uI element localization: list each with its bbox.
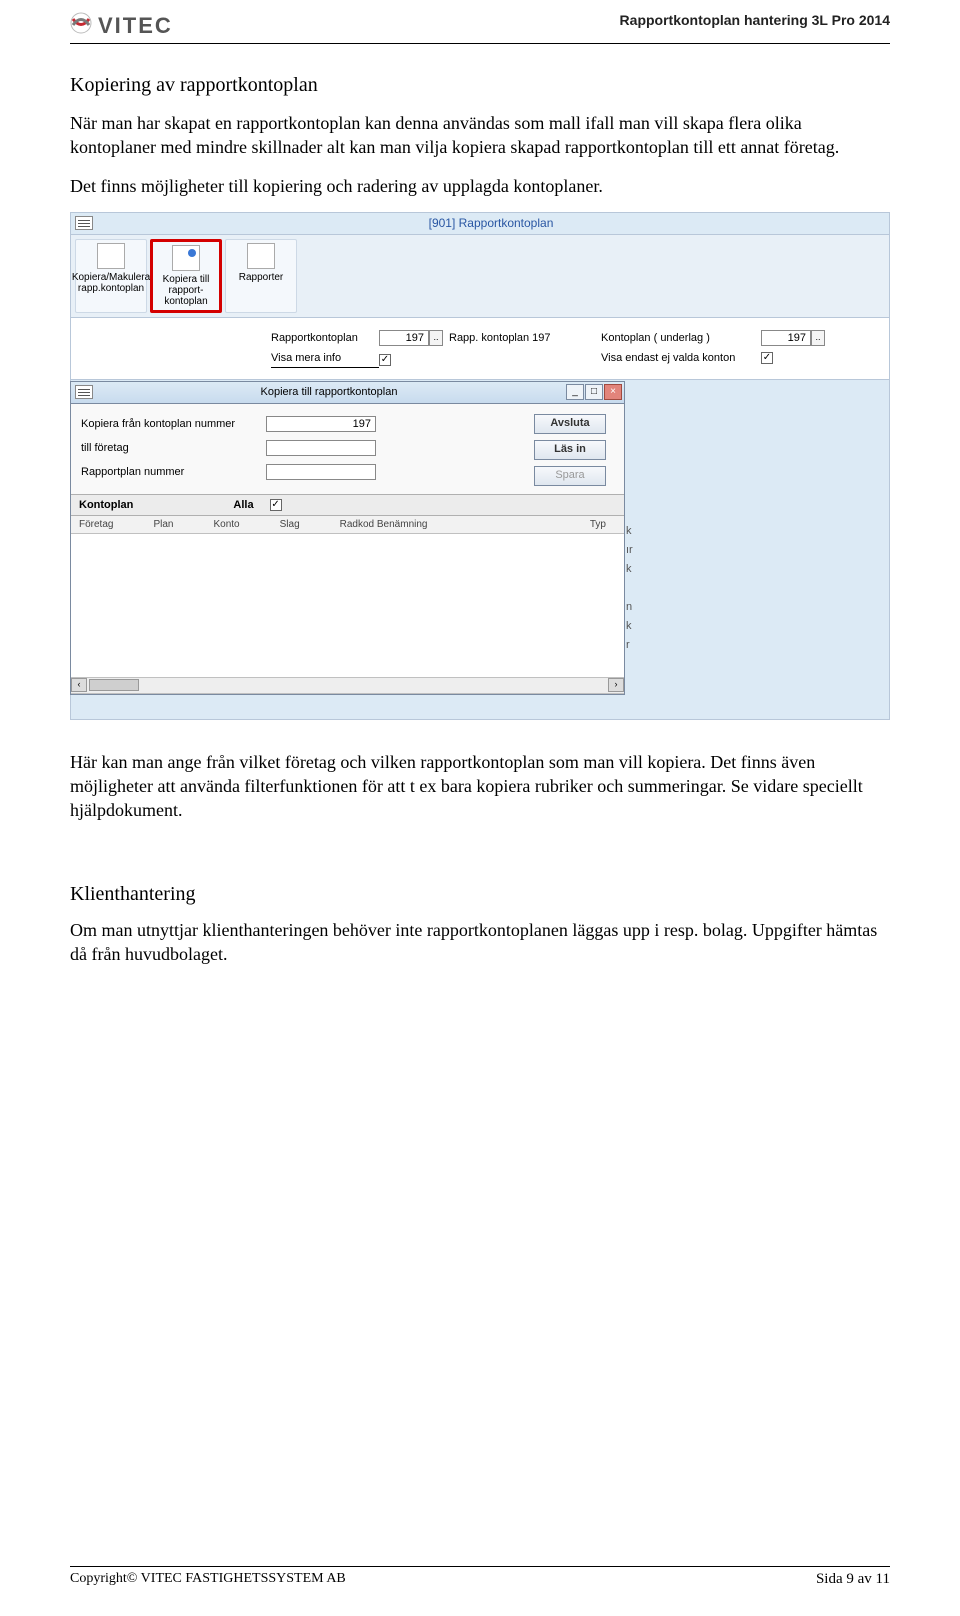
section-heading-klient: Klienthantering bbox=[70, 883, 890, 906]
to-company-label: till företag bbox=[81, 442, 266, 454]
document-info-icon bbox=[172, 245, 200, 271]
footer-copyright: Copyright© VITEC FASTIGHETSSYSTEM AB bbox=[70, 1571, 346, 1588]
kontoplan-underlag-label: Kontoplan ( underlag ) bbox=[601, 332, 761, 344]
copyright-post: ITEC FASTIGHETSSYSTEM AB bbox=[151, 1571, 346, 1586]
page-header: VITEC Rapportkontoplan hantering 3L Pro … bbox=[70, 12, 890, 44]
from-number-input[interactable]: 197 bbox=[266, 416, 376, 432]
row-visa-endast: Visa endast ej valda konton ✓ bbox=[601, 352, 825, 364]
kontoplan-col-label: Kontoplan bbox=[79, 499, 133, 511]
ribbon-copy-delete-button[interactable]: Kopiera/Makulera rapp.kontoplan bbox=[75, 239, 147, 313]
scroll-thumb[interactable] bbox=[89, 679, 139, 691]
dialog-buttons: Avsluta Läs in Spara bbox=[534, 414, 606, 486]
paragraph-klient: Om man utnyttjar klienthanteringen behöv… bbox=[70, 918, 890, 967]
visa-mera-label: Visa mera info bbox=[271, 352, 379, 368]
minimize-icon[interactable]: _ bbox=[566, 384, 584, 400]
app-window-screenshot: [901] Rapportkontoplan Kopiera/Makulera … bbox=[70, 212, 890, 720]
app-title: [901] Rapportkontoplan bbox=[93, 216, 889, 230]
col-konto: Konto bbox=[213, 519, 239, 530]
ribbon-btn1-line2: rapp.kontoplan bbox=[78, 283, 144, 294]
paragraph-after-screenshot: Här kan man ange från vilket företag och… bbox=[70, 750, 890, 823]
copy-dialog: Kopiera till rapportkontoplan _ □ × Kopi… bbox=[70, 381, 625, 695]
alla-checkbox[interactable]: ✓ bbox=[270, 499, 282, 511]
dialog-hamburger-icon[interactable] bbox=[75, 385, 93, 399]
ribbon-btn2-line2: rapport- bbox=[168, 285, 203, 296]
scroll-right-icon[interactable]: › bbox=[608, 678, 624, 692]
col-typ: Typ bbox=[590, 519, 606, 530]
visa-endast-label: Visa endast ej valda konton bbox=[601, 352, 761, 364]
dialog-grid-header: Kontoplan Alla ✓ bbox=[71, 494, 624, 516]
section-heading-copy: Kopiering av rapportkontoplan bbox=[70, 74, 890, 97]
dialog-titlebar: Kopiera till rapportkontoplan _ □ × bbox=[71, 382, 624, 404]
kontoplan-underlag-input[interactable]: 197 bbox=[761, 330, 811, 346]
to-company-input[interactable] bbox=[266, 440, 376, 456]
col-foretag: Företag bbox=[79, 519, 113, 530]
copyright-pre: Copyright© V bbox=[70, 1571, 151, 1586]
paragraph-1: När man har skapat en rapportkontoplan k… bbox=[70, 111, 890, 160]
dialog-title: Kopiera till rapportkontoplan bbox=[93, 386, 565, 398]
reports-icon bbox=[247, 243, 275, 269]
visa-endast-checkbox[interactable]: ✓ bbox=[761, 352, 773, 364]
hamburger-icon[interactable] bbox=[75, 216, 93, 230]
vitec-logo: VITEC bbox=[70, 12, 173, 39]
lasin-button[interactable]: Läs in bbox=[534, 440, 606, 460]
footer-page-number: Sida 9 av 11 bbox=[816, 1571, 890, 1588]
window-buttons: _ □ × bbox=[565, 384, 622, 400]
document-icon bbox=[97, 243, 125, 269]
page-footer: Copyright© VITEC FASTIGHETSSYSTEM AB Sid… bbox=[70, 1566, 890, 1588]
ribbon-btn2-line1: Kopiera till bbox=[163, 274, 210, 285]
form-area: Rapportkontoplan 197 .. Rapp. kontoplan … bbox=[71, 318, 889, 380]
lookup-button-2[interactable]: .. bbox=[811, 330, 825, 346]
row-kontoplan-underlag: Kontoplan ( underlag ) 197 .. bbox=[601, 330, 825, 346]
avsluta-button[interactable]: Avsluta bbox=[534, 414, 606, 434]
form-right: Kontoplan ( underlag ) 197 .. Visa endas… bbox=[601, 330, 825, 370]
app-titlebar: [901] Rapportkontoplan bbox=[71, 213, 889, 235]
dialog-grid-body[interactable]: ‹ › bbox=[71, 534, 624, 694]
ribbon-btn3-label: Rapporter bbox=[239, 272, 283, 283]
plan-number-label: Rapportplan nummer bbox=[81, 466, 266, 478]
logo-mark-icon bbox=[70, 12, 92, 39]
ribbon-btn2-line3: kontoplan bbox=[164, 296, 207, 307]
alla-label: Alla bbox=[233, 499, 253, 511]
scroll-left-icon[interactable]: ‹ bbox=[71, 678, 87, 692]
visa-mera-checkbox[interactable]: ✓ bbox=[379, 354, 391, 366]
obscured-text-fragments: k ır k n k r bbox=[626, 503, 633, 655]
plan-number-input[interactable] bbox=[266, 464, 376, 480]
paragraph-2: Det finns möjligheter till kopiering och… bbox=[70, 174, 890, 198]
dialog-body: Kopiera från kontoplan nummer 197 till f… bbox=[71, 404, 624, 494]
maximize-icon[interactable]: □ bbox=[585, 384, 603, 400]
close-icon[interactable]: × bbox=[604, 384, 622, 400]
ribbon: Kopiera/Makulera rapp.kontoplan Kopiera … bbox=[71, 235, 889, 318]
from-number-label: Kopiera från kontoplan nummer bbox=[81, 418, 266, 430]
horizontal-scrollbar[interactable]: ‹ › bbox=[71, 677, 624, 693]
logo-text: VITEC bbox=[98, 13, 173, 39]
lookup-button[interactable]: .. bbox=[429, 330, 443, 346]
rapportkontoplan-input[interactable]: 197 bbox=[379, 330, 429, 346]
dialog-columns: Företag Plan Konto Slag Radkod Benämning… bbox=[71, 516, 624, 534]
rapportkontoplan-label: Rapportkontoplan bbox=[271, 332, 379, 344]
document-page: VITEC Rapportkontoplan hantering 3L Pro … bbox=[0, 0, 960, 1616]
col-slag: Slag bbox=[280, 519, 300, 530]
ribbon-copy-to-button[interactable]: Kopiera till rapport- kontoplan bbox=[150, 239, 222, 313]
col-plan: Plan bbox=[153, 519, 173, 530]
header-title: Rapportkontoplan hantering 3L Pro 2014 bbox=[620, 12, 890, 28]
col-radkod: Radkod Benämning bbox=[340, 519, 428, 530]
rapportkontoplan-desc: Rapp. kontoplan 197 bbox=[449, 332, 551, 344]
ribbon-reports-button[interactable]: Rapporter bbox=[225, 239, 297, 313]
spara-button[interactable]: Spara bbox=[534, 466, 606, 486]
ribbon-btn1-line1: Kopiera/Makulera bbox=[72, 272, 150, 283]
